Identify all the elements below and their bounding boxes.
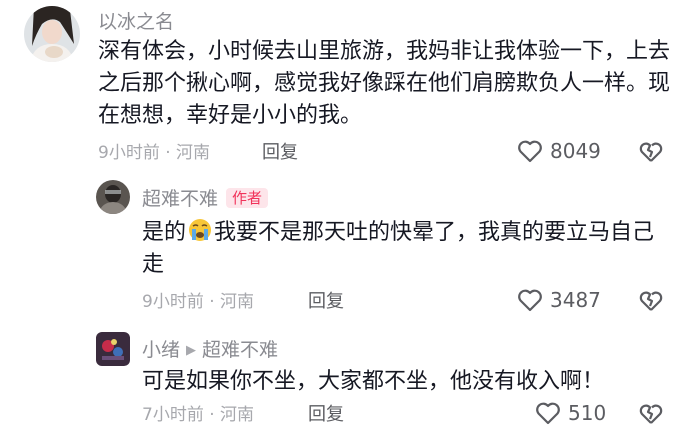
heart-outline-icon bbox=[518, 289, 542, 312]
like-button[interactable]: 8049 bbox=[516, 138, 601, 164]
like-button[interactable]: 510 bbox=[534, 400, 606, 426]
reply-button[interactable]: 回复 bbox=[262, 142, 298, 164]
user-photo-icon bbox=[96, 332, 130, 366]
broken-heart-icon[interactable] bbox=[638, 288, 664, 314]
author-name[interactable]: 超难不难 bbox=[142, 188, 218, 210]
reply-button[interactable]: 回复 bbox=[308, 404, 344, 426]
user-photo-icon bbox=[96, 180, 130, 214]
heart-outline-icon bbox=[536, 402, 560, 425]
like-count: 8049 bbox=[550, 139, 601, 163]
comment-text: 可是如果你不坐，大家都不坐，他没有收入啊！ bbox=[142, 369, 605, 394]
user-photo-icon bbox=[24, 6, 80, 62]
avatar[interactable] bbox=[24, 6, 80, 62]
comment-meta: 9小时前 · 河南 bbox=[98, 143, 211, 163]
comment-meta: 7小时前 · 河南 bbox=[142, 405, 255, 425]
broken-heart-icon[interactable] bbox=[638, 139, 664, 165]
broken-heart-icon[interactable] bbox=[638, 401, 664, 427]
comment-username[interactable]: 以冰之名 bbox=[98, 10, 174, 34]
comment-text: 深有体会，小时候去山里旅游，我妈非让我体验一下，上去之后那个揪心啊，感觉我好像踩… bbox=[98, 39, 671, 128]
like-button[interactable]: 3487 bbox=[516, 287, 601, 313]
avatar[interactable] bbox=[96, 180, 130, 214]
reply-arrow-icon: ▶ bbox=[186, 343, 197, 358]
avatar[interactable] bbox=[96, 332, 130, 366]
comment-username: 小绪 ▶ 超难不难 bbox=[142, 338, 278, 363]
comment-text-part: 是的 bbox=[142, 220, 187, 245]
author-badge: 作者 bbox=[226, 188, 269, 208]
comment-username: 超难不难 作者 bbox=[142, 187, 269, 211]
heart-outline-icon bbox=[518, 140, 542, 163]
reply-button[interactable]: 回复 bbox=[308, 291, 344, 313]
reply-target-name[interactable]: 超难不难 bbox=[202, 339, 278, 361]
comment-meta: 9小时前 · 河南 bbox=[142, 292, 255, 312]
comment-text-part: 我要不是那天吐的快晕了，我真的要立马自己走 bbox=[142, 220, 655, 277]
like-count: 3487 bbox=[550, 288, 601, 312]
comment-text: 是的 我要不是那天吐的快晕了，我真的要立马自己走 bbox=[142, 217, 662, 281]
crying-face-emoji bbox=[189, 219, 212, 241]
comment-thread: 以冰之名 深有体会，小时候去山里旅游，我妈非让我体验一下，上去之后那个揪心啊，感… bbox=[0, 0, 690, 445]
reply-author-name[interactable]: 小绪 bbox=[142, 339, 180, 361]
like-count: 510 bbox=[568, 401, 607, 425]
